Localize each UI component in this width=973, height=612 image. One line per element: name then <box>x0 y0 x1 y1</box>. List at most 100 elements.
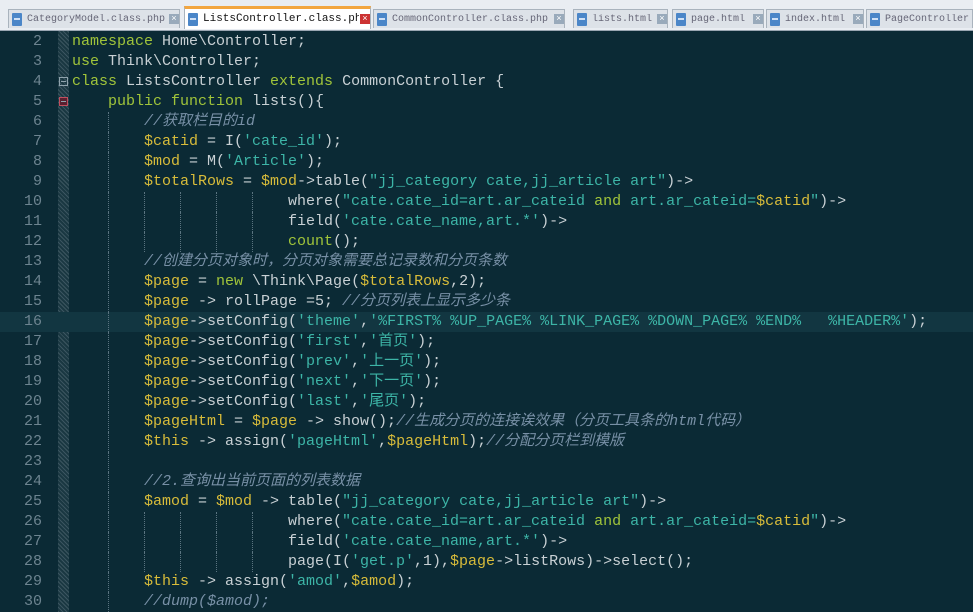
code-text: ListsController <box>117 73 271 90</box>
indent-guide <box>108 492 144 512</box>
code-text: = <box>234 173 262 190</box>
line-number: 6 <box>32 113 42 130</box>
close-tab-icon[interactable]: × <box>657 14 667 24</box>
line-number: 14 <box>23 273 42 290</box>
code-line[interactable]: 17 $page->setConfig('first','首页'); <box>0 332 973 352</box>
keyword: namespace <box>72 33 154 50</box>
code-line[interactable]: 25 $amod = $mod -> table("jj_category cat… <box>0 492 973 512</box>
fold-toggle-icon[interactable] <box>59 97 68 106</box>
code-line[interactable]: 12 count(); <box>0 232 973 252</box>
code-line[interactable]: 13 //创建分页对象时，分页对象需要总记录数和分页条数 <box>0 252 973 272</box>
code-line[interactable]: 4 class ListsController extends CommonCon… <box>0 72 973 92</box>
code-line[interactable]: 26 where("cate.cate_id=art.ar_cateid and … <box>0 512 973 532</box>
php-file-icon <box>770 12 780 26</box>
code-line[interactable]: 23 <box>0 452 973 472</box>
code-line[interactable]: 18 $page->setConfig('prev','上一页'); <box>0 352 973 372</box>
code-text: Home\Controller; <box>153 33 307 50</box>
code-line[interactable]: 30 //dump($amod); <box>0 592 973 612</box>
code-line[interactable]: 5 public function lists(){ <box>0 92 973 112</box>
code-line[interactable]: 20 $page->setConfig('last','尾页'); <box>0 392 973 412</box>
code-text: , <box>360 313 370 330</box>
close-tab-icon[interactable]: × <box>169 14 179 24</box>
line-number: 11 <box>23 213 42 230</box>
code-text: ->listRows)->select(); <box>495 553 694 570</box>
code-text: )-> <box>639 493 667 510</box>
code-line[interactable]: 8 $mod = M('Article'); <box>0 152 973 172</box>
code-line[interactable]: 11 field('cate.cate_name,art.*')-> <box>0 212 973 232</box>
code-text <box>72 172 144 192</box>
comment: //dump($amod); <box>144 593 271 610</box>
line-number: 15 <box>23 293 42 310</box>
code-line[interactable]: 22 $this -> assign('pageHtml',$pageHtml);… <box>0 432 973 452</box>
indent-guide <box>108 352 144 372</box>
comment: //分页列表上显示多少条 <box>342 293 511 310</box>
indent-guide <box>72 212 108 232</box>
indent-guide <box>180 512 216 532</box>
indent-guide <box>216 532 252 552</box>
line-number: 9 <box>32 173 42 190</box>
code-text: = I( <box>198 133 244 150</box>
tab-page-html[interactable]: page.html × <box>672 9 764 28</box>
indent-guide <box>72 232 108 252</box>
code-line[interactable]: 24 //2.查询出当前页面的列表数据 <box>0 472 973 492</box>
tab-pagecontroller[interactable]: PageController <box>866 9 973 28</box>
code-line[interactable]: 7 $catid = I('cate_id'); <box>0 132 973 152</box>
code-line[interactable]: 21 $pageHtml = $page -> show();//生成分页的连接诶… <box>0 412 973 432</box>
code-line[interactable]: 28 page(I('get.p',1),$page->listRows)->se… <box>0 552 973 572</box>
code-line[interactable]: 6 //获取栏目的id <box>0 112 973 132</box>
tab-index-html[interactable]: index.html × <box>766 9 864 28</box>
indent-guide <box>108 452 144 472</box>
code-text: , <box>378 433 388 450</box>
code-line[interactable]: 14 $page = new \Think\Page($totalRows,2); <box>0 272 973 292</box>
close-tab-icon[interactable]: × <box>853 14 863 24</box>
code-lines: 2 namespace Home\Controller; 3 use Think\Co… <box>0 32 973 612</box>
variable: $totalRows <box>144 173 235 190</box>
keyword: extends <box>270 73 334 90</box>
code-line[interactable]: 19 $page->setConfig('next','下一页'); <box>0 372 973 392</box>
variable: $pageHtml <box>144 413 226 430</box>
indent-guide <box>252 192 288 212</box>
code-line[interactable]: 27 field('cate.cate_name,art.*')-> <box>0 532 973 552</box>
code-text: \Think\Page( <box>243 273 361 290</box>
line-number: 12 <box>23 233 42 250</box>
variable: $page <box>144 353 190 370</box>
variable: $page <box>144 313 190 330</box>
code-line[interactable]: 10 where("cate.cate_id=art.ar_cateid and … <box>0 192 973 212</box>
indent-guide <box>72 172 108 192</box>
code-editor[interactable]: 2 namespace Home\Controller; 3 use Think\Co… <box>0 31 973 612</box>
keyword: count <box>288 233 334 250</box>
code-line[interactable]: 2 namespace Home\Controller; <box>0 32 973 52</box>
code-text: ); <box>423 373 442 390</box>
code-text <box>72 432 144 452</box>
code-line[interactable]: 29 $this -> assign('amod',$amod); <box>0 572 973 592</box>
indent-guide <box>72 272 108 292</box>
tab-commoncontroller-class-php[interactable]: CommonController.class.php × <box>373 9 565 28</box>
line-number: 26 <box>23 513 42 530</box>
indent-guide <box>108 292 144 312</box>
variable: $pageHtml <box>387 433 469 450</box>
string: 'Article' <box>225 153 307 170</box>
variable: $page <box>144 293 190 310</box>
tab-lists-html[interactable]: lists.html × <box>573 9 668 28</box>
indent-guide <box>144 552 180 572</box>
indent-guide <box>72 592 108 612</box>
tab-listscontroller-class-php[interactable]: ListsController.class.php × <box>184 6 371 29</box>
code-line[interactable]: 9 $totalRows = $mod->table("jj_category c… <box>0 172 973 192</box>
code-text <box>72 93 108 110</box>
tab-categorymodel-class-php[interactable]: CategoryModel.class.php × <box>8 9 180 28</box>
fold-toggle-icon[interactable] <box>59 77 68 86</box>
code-line[interactable]: 3 use Think\Controller; <box>0 52 973 72</box>
variable: $page <box>144 393 190 410</box>
code-line[interactable]: 15 $page -> rollPage =5; //分页列表上显示多少条 <box>0 292 973 312</box>
indent-guide <box>108 112 144 132</box>
string: '尾页' <box>360 393 409 410</box>
line-number: 4 <box>32 73 42 90</box>
code-text <box>72 112 144 132</box>
close-tab-icon[interactable]: × <box>360 14 370 24</box>
close-tab-icon[interactable]: × <box>753 14 763 24</box>
code-line[interactable]: 16 $page->setConfig('theme','%FIRST% %UP_… <box>0 312 973 332</box>
code-text: -> assign( <box>189 573 289 590</box>
code-text: where( <box>288 193 343 210</box>
line-number: 10 <box>23 193 42 210</box>
close-tab-icon[interactable]: × <box>554 14 564 24</box>
